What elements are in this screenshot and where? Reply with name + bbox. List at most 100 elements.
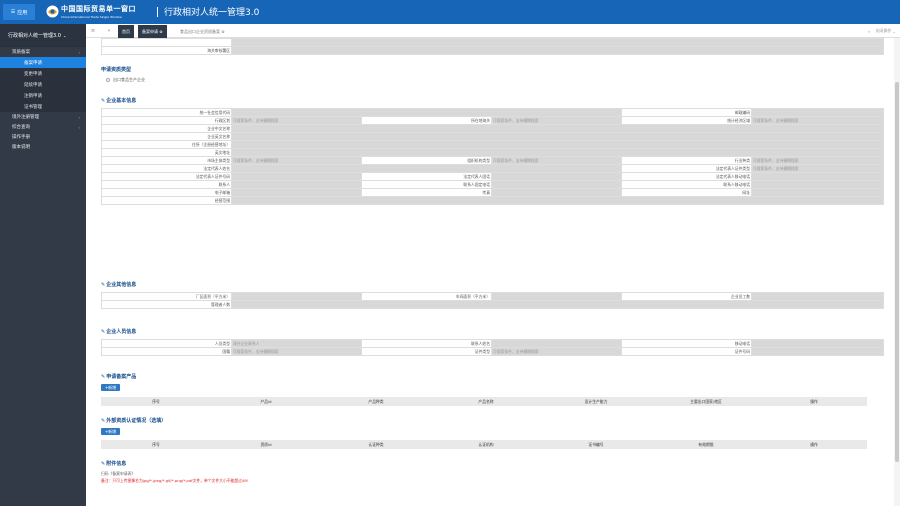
name-cn-input[interactable] [231,124,884,133]
edit-icon: ✎ [101,417,106,424]
scope-input[interactable] [231,196,884,205]
attach-link[interactable]: 扫码《备案申请表》 [101,471,135,477]
contact-name-input[interactable] [491,339,622,348]
email-input[interactable] [231,188,362,197]
mobile-input[interactable] [751,339,884,348]
sidebar-sub-certs[interactable]: 证书管理 [0,101,86,112]
sidebar-item-manual[interactable]: 操作手册 [0,132,86,142]
radio-icon[interactable] [106,78,110,82]
legal-phone-input[interactable] [491,172,622,181]
personnel-title: ✎ 企业人员信息 [101,328,137,336]
person-type-select[interactable]: 境外企业联系人 [231,339,362,348]
scrollbar-thumb[interactable] [895,82,899,462]
district-select[interactable]: 可搜索条件，支持模糊搜索 [751,116,884,125]
close-icon[interactable]: ⊗ [221,29,224,34]
cert-no-input[interactable] [751,347,884,356]
basic-info-title: ✎ 企业基本信息 [101,97,137,105]
sidebar: 行政相对人统一管理3.0 ⌄ 资质备案 ‹ 备案申请 变更申请 延续申请 注销申请 … [0,24,86,506]
uscc-input[interactable] [231,108,622,117]
brand-cn: 中国国际贸易单一窗口 [61,5,136,13]
market-type-select[interactable]: 可搜索条件，支持模糊搜索 [231,156,362,165]
legal-cert-type-select[interactable]: 可搜索条件，支持模糊搜索 [751,164,884,173]
system-title: 行政相对人统一管理3.0 [164,8,260,18]
other-info-title: ✎ 企业其他信息 [101,281,137,289]
staff-total-input[interactable] [751,292,884,301]
chevron-left-icon: ‹ [78,124,80,130]
tab-apply[interactable]: 备案申请 ⊗ [138,25,167,38]
apply-type-radio[interactable]: 出口食品生产企业 [106,77,145,83]
tab-bar: ≡ « 首页 备案申请 ⊗ 食品出口企业资质备案 ⊗ » 关闭操作 ⌄ [86,24,900,38]
other-info-table: 厂区面积（平方米） 车间面积（平方米） 企业员工数 管理者人数 [101,292,884,309]
contact-phone-input[interactable] [491,180,622,189]
legal-cert-no-input[interactable] [231,172,362,181]
org-type-select[interactable]: 可搜索条件，支持模糊搜索 [491,156,622,165]
logo-icon [46,5,59,18]
sidebar-sub-renew[interactable]: 延续申请 [0,79,86,90]
address-en-input[interactable] [231,148,884,157]
customs-select[interactable]: 可搜索条件，支持模糊搜索 [491,116,622,125]
contact-mobile-input[interactable] [751,180,884,189]
sidebar-item-overseas[interactable]: 境外注册管理 ‹ [0,112,86,122]
app-button-label: 应用 [17,9,28,16]
customs-input[interactable] [231,46,884,55]
field-label: 海关审核署区 [101,46,232,55]
chevron-down-icon: ⌄ [62,32,67,38]
plant-area-input[interactable] [231,292,362,301]
close-icon[interactable]: ⊗ [159,29,162,34]
website-input[interactable] [751,188,884,197]
chevron-down-icon: ⌄ [892,28,896,34]
industry-select[interactable]: 可搜索条件，支持模糊搜索 [751,156,884,165]
cert-title: ✎ 外部资质认证情况（选填） [101,417,167,425]
tab-home[interactable]: 首页 [118,25,134,38]
workshop-area-input[interactable] [491,292,622,301]
edit-icon: ✎ [101,373,106,380]
managers-input[interactable] [231,300,884,309]
chevron-down-icon: ‹ [78,49,80,55]
address-cn-input[interactable] [231,140,884,149]
main-content: 海关审核署区 申请资质类型 出口食品生产企业 ✎ 企业基本信息 统一社会信用代码邮… [86,38,894,506]
menu-icon: ☰ [10,9,16,15]
customs-table: 海关审核署区 [101,38,884,55]
edit-icon: ✎ [101,97,106,104]
postcode-input[interactable] [751,108,884,117]
nationality-select[interactable]: 可搜索条件，支持模糊搜索 [231,347,362,356]
brand-en: China International Trade Single Window [61,15,122,19]
sidebar-item-qualification[interactable]: 资质备案 ‹ [0,47,86,57]
double-chevron-left-icon[interactable]: « [104,24,114,38]
edit-icon: ✎ [101,328,106,335]
admin-area-select[interactable]: 可搜索条件，支持模糊搜索 [231,116,362,125]
legal-name-input[interactable] [231,164,622,173]
attach-title: ✎ 附件信息 [101,460,127,468]
sidebar-title[interactable]: 行政相对人统一管理3.0 ⌄ [0,24,86,47]
sidebar-sub-cancel[interactable]: 注销申请 [0,90,86,101]
contact-input[interactable] [231,180,362,189]
chevron-left-icon: ‹ [78,114,80,120]
personnel-table: 人员类型 境外企业联系人 联系人姓名 移动电话 国籍 可搜索条件，支持模糊搜索 证件类型可… [101,339,884,356]
top-bar: ☰ 应用 中国国际贸易单一窗口 China International Trad… [0,0,900,24]
edit-icon: ✎ [101,281,106,288]
divider [157,7,158,17]
basic-info-table: 统一社会信用代码 邮政编码 行政区划 可搜索条件，支持模糊搜索 所在地海关 可搜索条件，… [101,108,884,205]
brand: 中国国际贸易单一窗口 China International Trade Sin… [61,4,136,19]
add-product-button[interactable]: +新增 [101,384,120,391]
attach-note: 备注：只可上传图像名为jpg/*.jpeg/*.gif/*.png/*.pdf文… [101,478,248,483]
top-field[interactable] [231,38,884,47]
add-cert-button[interactable]: +新增 [101,428,120,435]
name-en-input[interactable] [231,132,884,141]
double-chevron-right-icon[interactable]: » [868,29,870,34]
tab-export-food[interactable]: 食品出口企业资质备案 ⊗ [176,25,229,38]
cert-table-header: 序号 资质id 认证种类 认证机构 证书编号 有效期限 操作 [101,440,867,449]
sidebar-sub-change[interactable]: 变更申请 [0,68,86,79]
sidebar-item-version[interactable]: 版本说明 [0,142,86,152]
legal-mobile-input[interactable] [751,172,884,181]
sidebar-sub-apply[interactable]: 备案申请 [0,57,86,68]
app-menu-button[interactable]: ☰ 应用 [3,4,35,20]
sidebar-item-query[interactable]: 综合查询 ‹ [0,122,86,132]
cert-type-select[interactable]: 可搜索条件，支持模糊搜索 [491,347,622,356]
apply-type-title: 申请资质类型 [101,67,132,73]
products-title: ✎ 申请备案产品 [101,373,137,381]
fax-input[interactable] [491,188,622,197]
collapse-icon[interactable]: ≡ [88,24,98,38]
close-ops[interactable]: » 关闭操作 ⌄ [868,24,896,38]
products-table-header: 序号 产品id 产品种类 产品名称 设计生产能力 主要出口国家/地区 操作 [101,397,867,406]
